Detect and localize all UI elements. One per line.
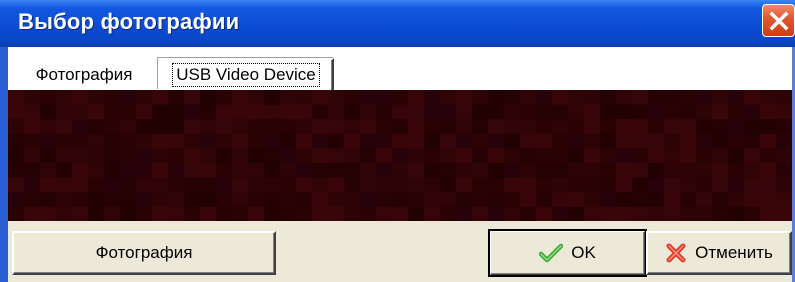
close-icon <box>768 10 790 32</box>
tab-usb-video-device-label: USB Video Device <box>172 63 320 87</box>
cancel-button[interactable]: Отменить <box>646 231 792 275</box>
tab-usb-video-device[interactable]: USB Video Device <box>158 58 334 90</box>
title-bar[interactable]: Выбор фотографии <box>0 0 795 47</box>
ok-button[interactable]: OK <box>488 229 647 277</box>
close-button[interactable] <box>762 4 795 37</box>
take-photo-label: Фотография <box>95 243 193 262</box>
take-photo-button[interactable]: Фотография <box>12 231 276 275</box>
button-bar: Фотография OK Отменить <box>8 221 792 282</box>
tab-strip: Фотография USB Video Device <box>8 47 792 93</box>
dialog-window: Выбор фотографии Фотография USB Video De… <box>0 0 795 282</box>
tab-photo[interactable]: Фотография <box>10 61 158 88</box>
tab-photo-label: Фотография <box>35 64 133 84</box>
cross-icon <box>665 242 687 264</box>
window-title: Выбор фотографии <box>18 9 240 34</box>
ok-label: OK <box>571 243 596 262</box>
video-preview <box>8 90 792 221</box>
checkmark-icon <box>539 243 564 263</box>
cancel-label: Отменить <box>695 243 773 262</box>
video-noise-pattern <box>8 90 792 221</box>
